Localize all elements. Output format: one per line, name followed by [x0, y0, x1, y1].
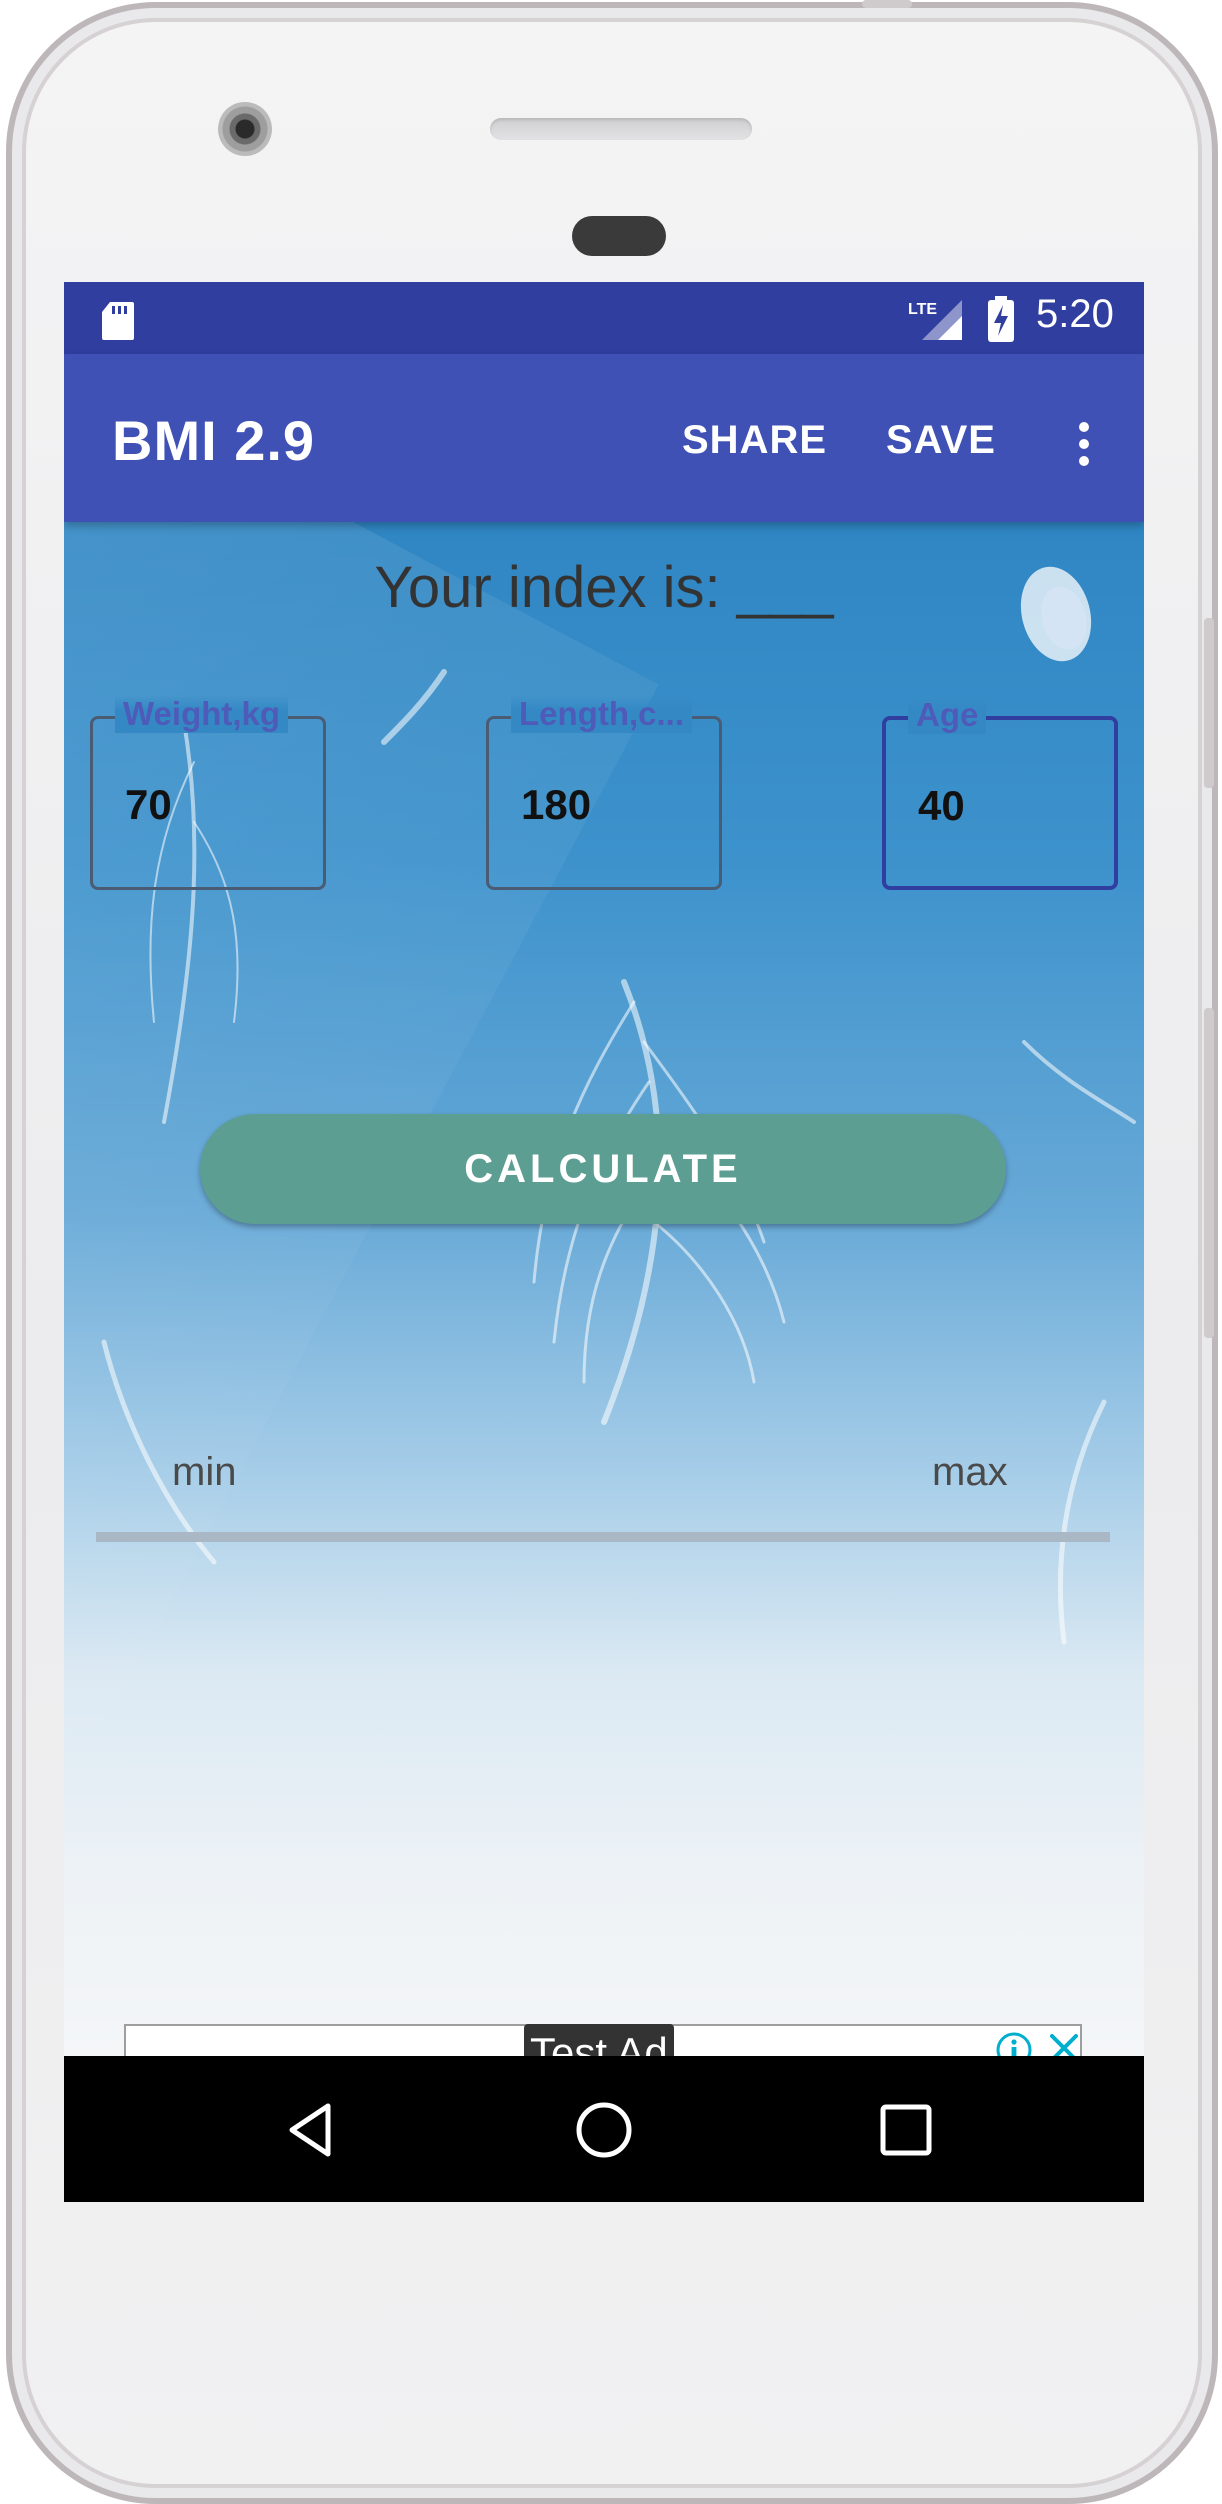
back-icon[interactable] — [282, 2100, 342, 2160]
top-button — [862, 0, 912, 8]
length-field[interactable]: Length,c... 180 — [486, 695, 722, 890]
front-camera — [218, 102, 272, 156]
lte-label: LTE — [908, 301, 937, 318]
age-field-value: 40 — [918, 782, 965, 829]
calculate-button[interactable]: CALCULATE — [200, 1114, 1006, 1224]
battery-charging-icon — [988, 296, 1014, 342]
bmi-range-bar — [96, 1532, 1110, 1542]
save-button[interactable]: SAVE — [886, 418, 996, 463]
recents-icon[interactable] — [876, 2100, 936, 2160]
range-min-label: min — [172, 1450, 237, 1494]
weight-field-label: Weight,kg — [115, 695, 289, 733]
more-vert-icon[interactable] — [1064, 414, 1104, 474]
age-field[interactable]: Age 40 — [882, 696, 1118, 890]
status-bar: LTE 5:20 — [64, 282, 1144, 354]
volume-button — [1204, 1008, 1214, 1338]
power-button — [1204, 618, 1214, 788]
phone-screen: LTE 5:20 BMI 2.9 SHARE SAVE Your index i… — [64, 282, 1144, 2202]
sd-card-icon — [102, 302, 134, 340]
share-button[interactable]: SHARE — [682, 418, 827, 463]
status-time: 5:20 — [1036, 292, 1114, 336]
navigation-bar — [64, 2056, 1144, 2202]
info-icon[interactable] — [994, 2030, 1034, 2056]
test-ad-tag: Test Ad — [524, 2024, 674, 2056]
home-icon[interactable] — [574, 2100, 634, 2160]
length-field-value: 180 — [521, 781, 592, 828]
lte-signal-icon: LTE — [908, 300, 962, 340]
length-field-label: Length,c... — [511, 695, 692, 733]
earpiece-speaker — [490, 118, 752, 140]
weight-field[interactable]: Weight,kg 70 — [90, 695, 326, 890]
app-title: BMI 2.9 — [112, 409, 316, 472]
proximity-sensor — [572, 216, 666, 256]
close-icon[interactable] — [1046, 2028, 1082, 2056]
ad-banner[interactable]: Test Ad 320x50 — [124, 2024, 1082, 2056]
age-field-label: Age — [908, 696, 987, 734]
bmi-index-label: Your index is: ___ — [374, 555, 834, 620]
range-max-label: max — [932, 1450, 1008, 1494]
weight-field-value: 70 — [125, 781, 172, 828]
main-content: Your index is: ___ Weight,kg 70 Length,c… — [64, 522, 1144, 2056]
app-bar: BMI 2.9 SHARE SAVE — [64, 354, 1144, 522]
